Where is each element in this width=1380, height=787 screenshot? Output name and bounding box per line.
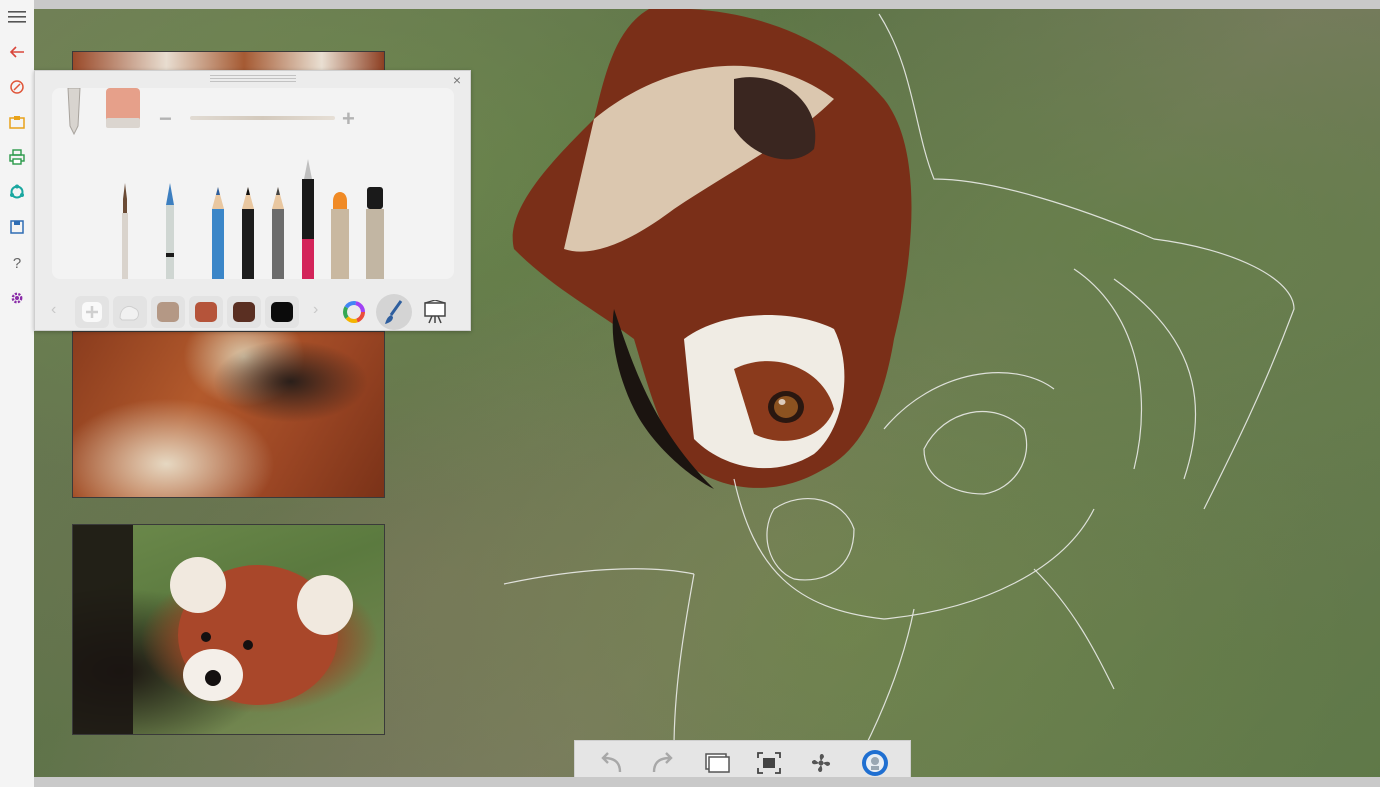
swatch-black-chip (271, 302, 293, 322)
canvas-settings-button[interactable] (418, 296, 452, 328)
settings-button[interactable] (0, 283, 34, 313)
layers-icon (705, 753, 730, 773)
black-marker-tool[interactable] (364, 187, 386, 279)
undo-button[interactable] (597, 749, 625, 777)
brush-panel: × − + ‹ › (34, 70, 471, 331)
swatch-next-button[interactable]: › (313, 301, 318, 319)
brush-selector-button[interactable] (376, 294, 412, 330)
fountain-pen-tool[interactable] (299, 159, 317, 279)
brush-size-slider[interactable] (190, 116, 335, 120)
reference-image-fur[interactable] (72, 331, 385, 498)
size-decrease-button[interactable]: − (159, 106, 172, 132)
color-swatch-row: ‹ › (35, 294, 470, 330)
add-color-button[interactable] (75, 296, 109, 328)
menu-icon (8, 11, 26, 23)
swatch-tan[interactable] (151, 296, 185, 328)
color-wheel-button[interactable] (337, 296, 371, 328)
open-folder-icon (9, 116, 25, 129)
bottom-edge (34, 777, 1380, 787)
settings-icon (11, 292, 23, 304)
fan-brush-tool[interactable] (162, 183, 178, 279)
tracing-button[interactable] (860, 749, 888, 777)
panel-drag-handle[interactable] (210, 75, 296, 83)
brush-mode-icon (10, 80, 24, 94)
swatch-rust-chip (195, 302, 217, 322)
panel-close-button[interactable]: × (450, 73, 464, 87)
selected-tool-preview (67, 88, 81, 136)
app-rail: ? (0, 0, 35, 787)
fan-button[interactable] (807, 749, 835, 777)
print-icon (9, 149, 25, 165)
print-button[interactable] (0, 142, 34, 172)
back-button[interactable] (0, 37, 34, 67)
undo-icon (601, 752, 622, 773)
orange-marker-tool[interactable] (329, 187, 351, 279)
smudge-tool-button[interactable] (113, 296, 147, 328)
redo-icon (652, 752, 673, 773)
swatch-rust[interactable] (189, 296, 223, 328)
fit-screen-button[interactable] (755, 749, 783, 777)
share-icon (10, 184, 24, 199)
swatch-brown-chip (233, 302, 255, 322)
share-button[interactable] (0, 177, 34, 207)
tool-area: − + (52, 88, 454, 279)
swatch-brown[interactable] (227, 296, 261, 328)
save-button[interactable] (0, 212, 34, 242)
easel-icon (424, 300, 446, 324)
size-increase-button[interactable]: + (342, 106, 355, 132)
bottom-toolbar (574, 740, 911, 782)
color-wheel-icon (343, 301, 365, 323)
brush-icon (385, 300, 403, 324)
back-arrow-icon (9, 46, 24, 58)
fit-screen-icon (757, 752, 781, 774)
help-icon: ? (12, 254, 22, 272)
blue-pencil-tool[interactable] (210, 187, 226, 279)
swatch-prev-button[interactable]: ‹ (51, 301, 56, 319)
fine-brush-tool[interactable] (118, 183, 132, 279)
plus-icon (82, 302, 102, 322)
reference-image-panda[interactable] (72, 524, 385, 735)
eraser-preview[interactable] (104, 88, 142, 134)
tracing-globe-icon (862, 750, 888, 776)
help-button[interactable]: ? (0, 248, 34, 278)
open-button[interactable] (0, 107, 34, 137)
reference-image-top[interactable] (72, 51, 385, 71)
layers-button[interactable] (703, 749, 731, 777)
save-icon (10, 220, 24, 234)
swatch-black[interactable] (265, 296, 299, 328)
swatch-tan-chip (157, 302, 179, 322)
redo-button[interactable] (649, 749, 677, 777)
menu-button[interactable] (0, 2, 34, 32)
brush-mode-button[interactable] (0, 72, 34, 102)
top-edge (34, 0, 1380, 9)
red-panda-photo (73, 525, 353, 734)
black-pencil-tool[interactable] (240, 187, 256, 279)
fan-icon (811, 753, 831, 773)
smudge-icon (119, 305, 139, 321)
gray-pencil-tool[interactable] (270, 187, 286, 279)
